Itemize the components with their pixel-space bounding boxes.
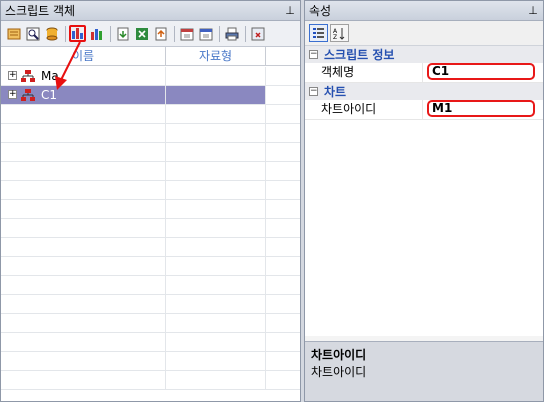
chart-id-field[interactable]: M1 — [427, 100, 535, 117]
empty-row — [1, 219, 300, 238]
panel-title: 스크립트 객체 — [5, 4, 76, 18]
type-cell — [166, 67, 266, 85]
property-name: 객체명 — [305, 63, 423, 82]
empty-row — [1, 333, 300, 352]
script-icon[interactable] — [5, 25, 22, 42]
collapse-icon[interactable]: − — [309, 50, 318, 59]
calendar-icon[interactable] — [178, 25, 195, 42]
panel-title: 속성 — [309, 4, 332, 18]
property-chart-id[interactable]: 차트아이디 M1 — [305, 100, 543, 120]
calendar-edit-icon[interactable] — [197, 25, 214, 42]
empty-row — [1, 371, 300, 390]
category-label: 스크립트 정보 — [324, 48, 395, 62]
tree-row-ma[interactable]: + Ma — [1, 67, 300, 86]
description-pane: 차트아이디 차트아이디 — [305, 341, 543, 401]
empty-row — [1, 143, 300, 162]
property-name: 차트아이디 — [305, 100, 423, 119]
find-icon[interactable] — [24, 25, 41, 42]
toolbar-separator — [174, 25, 175, 42]
category-chart[interactable]: − 차트 — [305, 83, 543, 100]
empty-row — [1, 162, 300, 181]
empty-row — [1, 181, 300, 200]
properties-toolbar: AZ — [305, 21, 543, 46]
empty-row — [1, 352, 300, 371]
empty-row — [1, 257, 300, 276]
script-toolbar — [1, 21, 300, 47]
settings-close-icon[interactable] — [249, 25, 266, 42]
chart-component-icon[interactable] — [88, 25, 105, 42]
toolbar-separator — [110, 25, 111, 42]
expand-icon[interactable]: + — [8, 71, 17, 80]
object-tree: + Ma + C1 — [1, 67, 300, 401]
column-type-header[interactable]: 자료형 — [166, 47, 266, 65]
import-icon[interactable] — [114, 25, 131, 42]
empty-row — [1, 238, 300, 257]
database-icon[interactable] — [43, 25, 60, 42]
category-script-info[interactable]: − 스크립트 정보 — [305, 46, 543, 63]
chart-add-icon[interactable] — [69, 25, 86, 42]
toolbar-separator — [219, 25, 220, 42]
property-object-name[interactable]: 객체명 C1 — [305, 63, 543, 83]
empty-row — [1, 200, 300, 219]
pin-icon[interactable]: ⊥ — [527, 4, 539, 17]
hierarchy-icon — [20, 88, 36, 105]
column-filler — [266, 47, 300, 65]
grid-header: 이름 자료형 — [1, 47, 300, 66]
print-icon[interactable] — [223, 25, 240, 42]
empty-row — [1, 276, 300, 295]
property-grid: − 스크립트 정보 객체명 C1 − 차트 차트아이디 M1 — [305, 46, 543, 336]
alphabetical-icon[interactable]: AZ — [330, 24, 349, 42]
categorized-icon[interactable] — [309, 24, 328, 42]
properties-titlebar: 속성 ⊥ — [305, 1, 543, 21]
excel-icon[interactable] — [133, 25, 150, 42]
hierarchy-icon — [20, 69, 36, 86]
toolbar-separator — [245, 25, 246, 42]
pin-icon[interactable]: ⊥ — [284, 4, 296, 17]
empty-row — [1, 124, 300, 143]
svg-text:Z: Z — [333, 34, 337, 40]
description-title: 차트아이디 — [311, 348, 367, 362]
object-name-field[interactable]: C1 — [427, 63, 535, 80]
script-objects-titlebar: 스크립트 객체 ⊥ — [1, 1, 300, 21]
expand-icon[interactable]: + — [8, 90, 17, 99]
empty-row — [1, 105, 300, 124]
script-objects-panel: 스크립트 객체 ⊥ 이름 자료형 + Ma + C1 — [0, 0, 301, 402]
collapse-icon[interactable]: − — [309, 87, 318, 96]
category-label: 차트 — [324, 85, 347, 99]
column-name-header[interactable]: 이름 — [1, 47, 166, 65]
properties-panel: 속성 ⊥ AZ − 스크립트 정보 객체명 C1 − 차트 차트아이디 M1 차… — [304, 0, 544, 402]
export-icon[interactable] — [152, 25, 169, 42]
empty-row — [1, 314, 300, 333]
description-text: 차트아이디 — [311, 365, 367, 379]
type-cell — [166, 86, 266, 104]
tree-label: C1 — [41, 88, 58, 102]
tree-label: Ma — [41, 69, 59, 83]
tree-row-c1[interactable]: + C1 — [1, 86, 300, 105]
toolbar-separator — [65, 25, 66, 42]
empty-row — [1, 295, 300, 314]
